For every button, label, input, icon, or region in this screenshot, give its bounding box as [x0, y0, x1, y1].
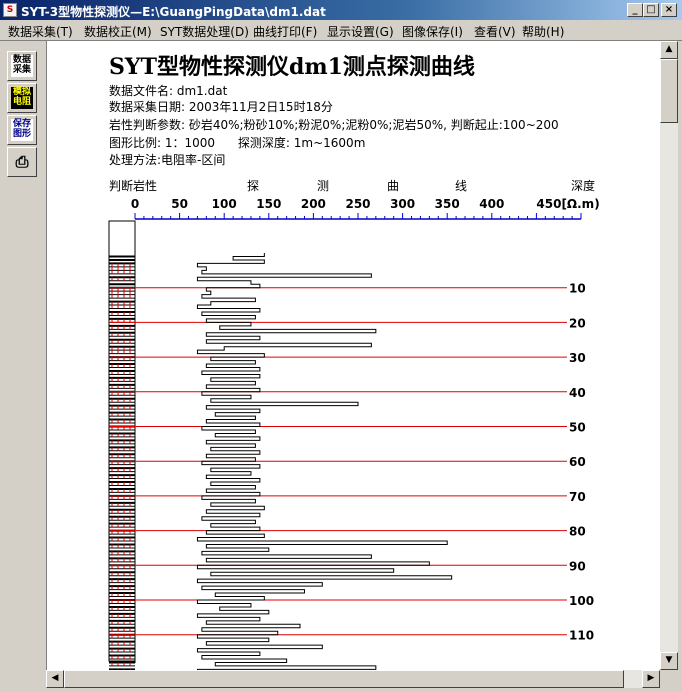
menu-bar: 数据采集(T) 数据校正(M) SYT数据处理(D) 曲线打印(F) 显示设置(… — [0, 20, 682, 41]
size-grip — [660, 670, 678, 688]
menu-help[interactable]: 帮助(H) — [522, 23, 564, 40]
lithology-params: 岩性判断参数: 砂岩40%;粉砂10%;粉泥0%;泥粉0%;泥岩50%, 判断起… — [109, 118, 559, 132]
horizontal-scroll-thumb[interactable] — [64, 670, 624, 688]
scroll-right-button[interactable]: ▶ — [642, 670, 660, 688]
minimize-button[interactable]: _ — [627, 3, 643, 17]
menu-image-save[interactable]: 图像保存(I) — [402, 23, 463, 40]
scroll-down-button[interactable]: ▼ — [660, 652, 678, 670]
menu-view[interactable]: 查看(V) — [474, 23, 516, 40]
data-file-name: 数据文件名: dm1.dat — [109, 84, 228, 98]
page-title: SYT型物性探测仪dm1测点探测曲线 — [109, 54, 475, 80]
x-tick-label: 200 — [301, 197, 326, 211]
x-tick-label: 250 — [345, 197, 370, 211]
curve-header-char: 测 — [317, 179, 329, 193]
x-tick-label: 150 — [256, 197, 281, 211]
save-graph-icon: 保存 图形 — [11, 119, 33, 141]
menu-display-settings[interactable]: 显示设置(G) — [327, 23, 394, 40]
depth-tick-label: 20 — [569, 316, 586, 330]
menu-curve-print[interactable]: 曲线打印(F) — [253, 23, 317, 40]
depth-tick-label: 70 — [569, 490, 586, 504]
x-tick-label: 300 — [390, 197, 415, 211]
app-icon: S — [3, 3, 17, 17]
depth-tick-label: 10 — [569, 282, 586, 296]
depth-tick-label: 110 — [569, 629, 594, 643]
lithology-header: 判断岩性 — [109, 178, 157, 193]
x-tick-label: 400 — [479, 197, 504, 211]
x-tick-label: 100 — [212, 197, 237, 211]
processing-method: 处理方法:电阻率-区间 — [109, 153, 226, 167]
document-canvas: SYT型物性探测仪dm1测点探测曲线 数据文件名: dm1.dat 数据采集日期… — [46, 41, 661, 670]
vertical-scroll-thumb[interactable] — [660, 59, 678, 123]
curve-header-char: 曲 — [387, 179, 399, 193]
vertical-scrollbar[interactable]: ▲ ▼ — [660, 41, 678, 670]
close-button[interactable]: × — [661, 3, 677, 17]
side-toolbar: 数据 采集 模拟 电阻 保存 图形 ⎙ — [0, 41, 47, 671]
depth-tick-label: 90 — [569, 559, 586, 573]
depth-tick-label: 50 — [569, 421, 586, 435]
scroll-left-button[interactable]: ◀ — [46, 670, 64, 688]
scale-and-depth: 图形比例: 1：1000 探测深度: 1m~1600m — [109, 136, 366, 150]
x-tick-label: 350 — [435, 197, 460, 211]
menu-data-correction[interactable]: 数据校正(M) — [84, 23, 152, 40]
depth-tick-label: 60 — [569, 455, 586, 469]
menu-syt-processing[interactable]: SYT数据处理(D) — [160, 23, 249, 40]
x-tick-label: 450[Ω.m) — [536, 197, 599, 211]
maximize-button[interactable]: □ — [643, 3, 659, 17]
depth-tick-label: 100 — [569, 594, 594, 608]
printer-icon: ⎙ — [15, 152, 29, 171]
resistivity-chart: 判断岩性 探 测 曲 线 深度 0 50 100 150 200 250 300 350 400 450[Ω… — [108, 178, 600, 670]
acquire-data-button[interactable]: 数据 采集 — [7, 51, 37, 81]
title-bar: S SYT-3型物性探测仪—E:\GuangPingData\dm1.dat _… — [0, 0, 682, 20]
simulate-resistance-button[interactable]: 模拟 电阻 — [7, 83, 37, 113]
scroll-up-button[interactable]: ▲ — [660, 41, 678, 59]
depth-header: 深度 — [571, 178, 595, 193]
window-title: SYT-3型物性探测仪—E:\GuangPingData\dm1.dat — [21, 5, 326, 19]
simulate-resistance-icon: 模拟 电阻 — [11, 87, 33, 109]
depth-tick-label: 80 — [569, 525, 586, 539]
depth-tick-label: 30 — [569, 351, 586, 365]
x-tick-label: 0 — [131, 197, 139, 211]
curve-header-char: 探 — [247, 179, 259, 193]
acquisition-date: 数据采集日期: 2003年11月2日15时18分 — [109, 100, 333, 114]
depth-tick-label: 40 — [569, 386, 586, 400]
print-button[interactable]: ⎙ — [7, 147, 37, 177]
x-tick-label: 50 — [171, 197, 188, 211]
acquire-data-icon: 数据 采集 — [11, 55, 33, 77]
horizontal-scrollbar[interactable]: ◀ ▶ — [46, 670, 660, 688]
menu-data-acquisition[interactable]: 数据采集(T) — [8, 23, 73, 40]
save-graph-button[interactable]: 保存 图形 — [7, 115, 37, 145]
curve-header-char: 线 — [455, 179, 467, 193]
